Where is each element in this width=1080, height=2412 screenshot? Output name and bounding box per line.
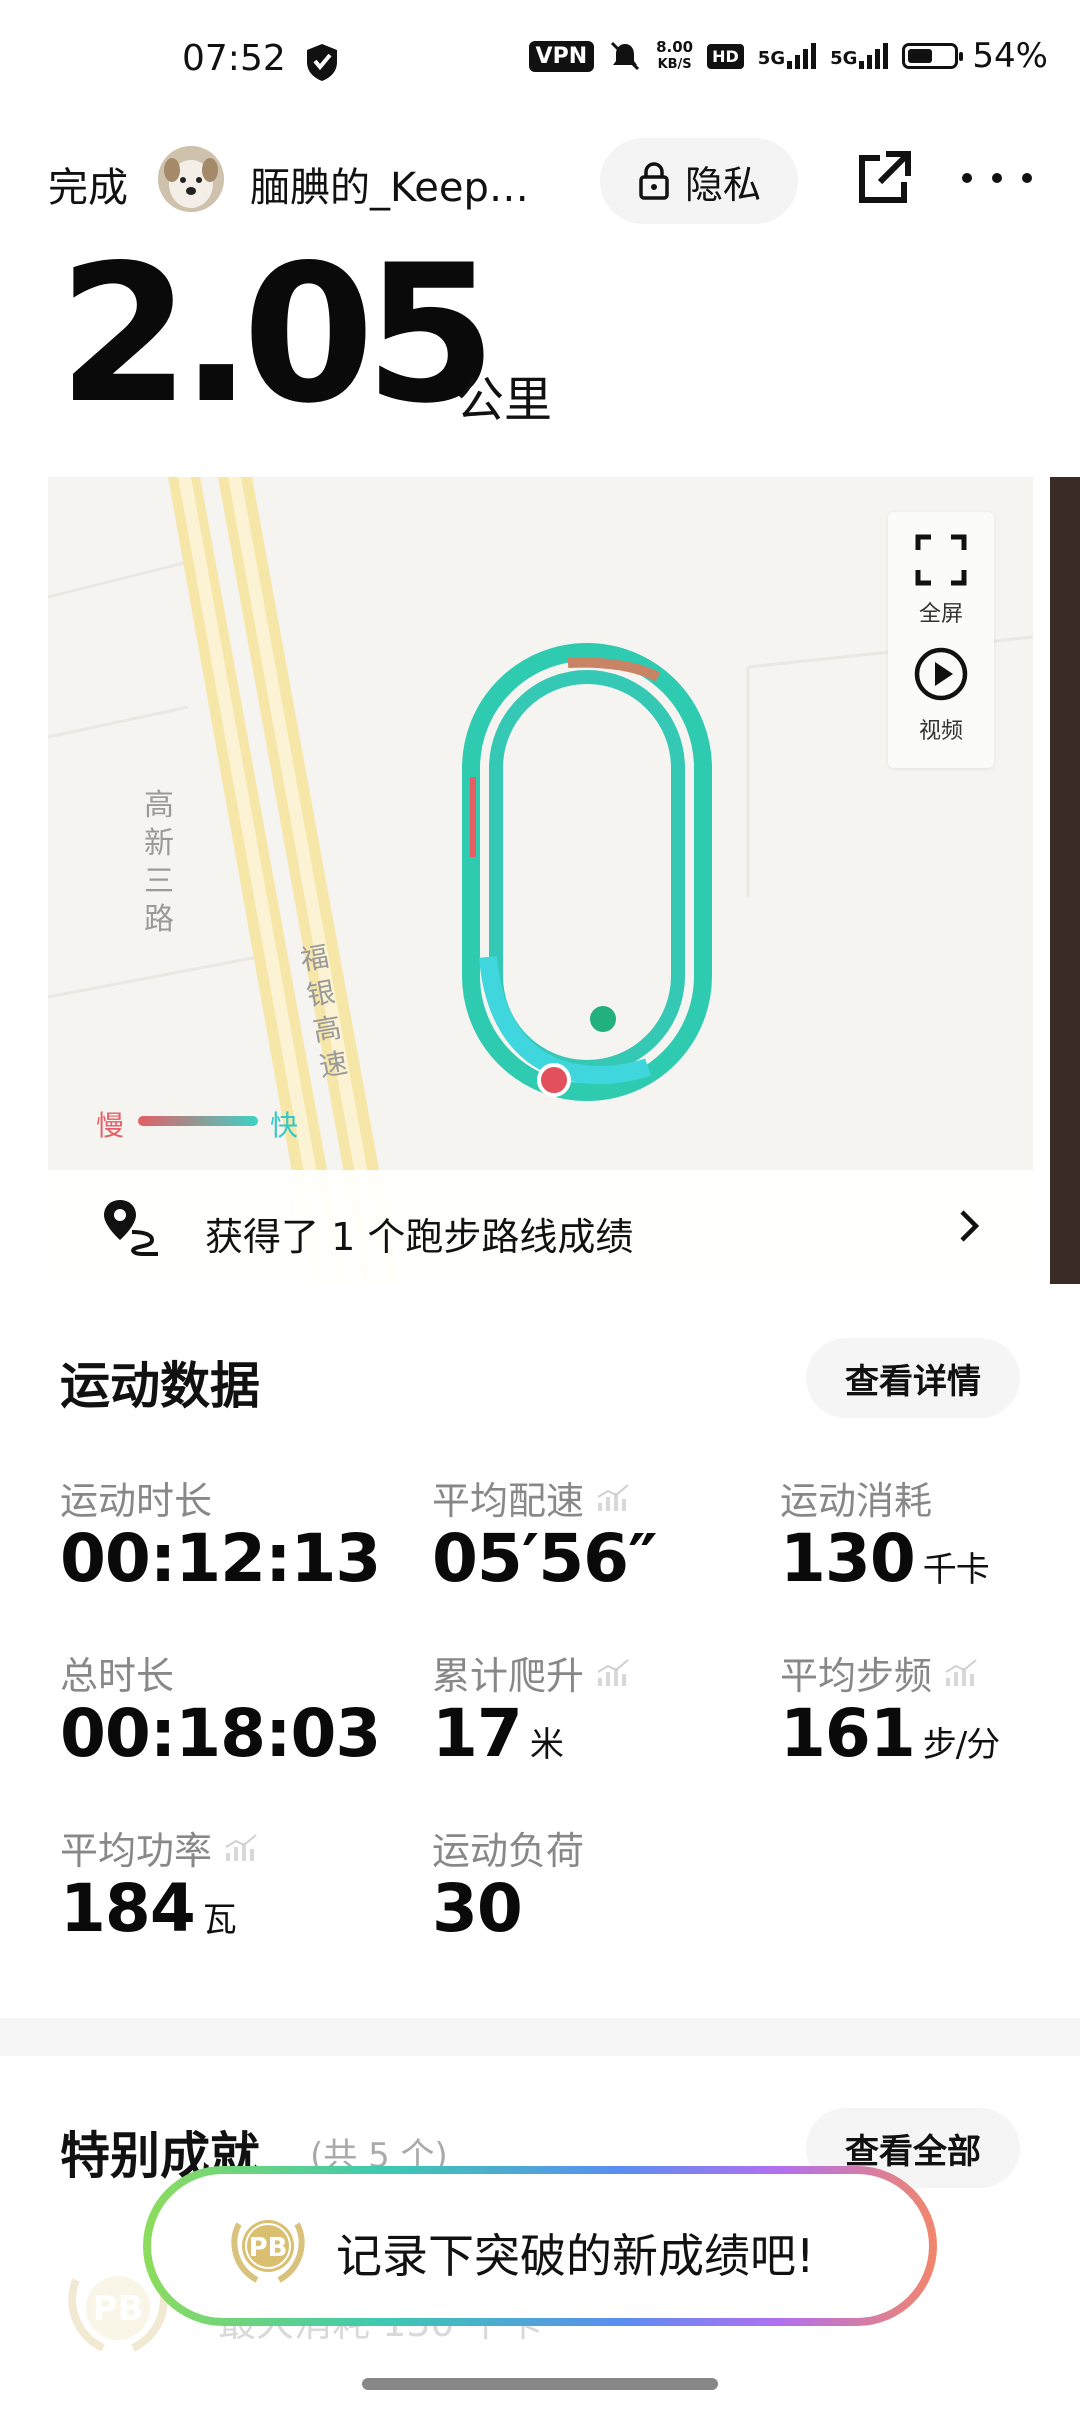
stat-label: 运动时长 [60,1479,213,1523]
dog-avatar-icon [158,146,224,212]
more-dot-icon [992,173,1002,183]
chevron-right-icon [960,1210,980,1242]
signal-5g-2: 5G [830,43,889,69]
stat-value: 130 千卡 [780,1520,990,1597]
svg-text:PB: PB [249,2233,288,2263]
shield-icon [307,44,337,81]
done-button[interactable]: 完成 [48,155,128,213]
view-details-button[interactable]: 查看详情 [806,1338,1020,1418]
mute-bell-icon [611,41,640,71]
route-pin-icon [104,1200,158,1256]
privacy-label: 隐私 [684,162,761,207]
share-icon[interactable] [856,150,912,206]
end-marker [537,1063,571,1097]
more-button[interactable] [962,148,1032,208]
fullscreen-button[interactable]: 全屏 [888,530,994,640]
hd-badge: HD [707,43,744,69]
trend-chart-icon [597,1658,629,1686]
privacy-button[interactable]: 隐私 [600,138,798,224]
toast-text: 记录下突破的新成绩吧! [336,2229,815,2283]
stat-value: 184 瓦 [60,1870,237,1947]
stat-value: 00:12:13 [60,1520,381,1597]
stat-label: 运动消耗 [780,1479,933,1523]
stat-value: 17 米 [432,1695,564,1772]
status-indicators: VPN 8.00 KB/S HD 5G 5G 54% [528,36,1048,76]
home-indicator[interactable] [362,2378,718,2390]
signal-5g-1: 5G [758,43,817,69]
stat-label: 总时长 [60,1654,175,1698]
section-divider [0,2018,1080,2056]
map-side-photo [1050,477,1080,1284]
trend-chart-icon [225,1833,257,1861]
fullscreen-icon [915,534,967,586]
vpn-badge: VPN [528,40,595,72]
video-label: 视频 [918,719,963,744]
map-controls: 全屏 视频 [888,512,994,768]
stat-value: 30 [432,1870,523,1947]
distance-value: 2.05 [58,224,497,445]
stat-unit: 瓦 [202,1900,237,1940]
map-canvas [48,477,1033,1284]
stat-label: 累计爬升 [432,1645,632,1700]
speed-legend-bar [138,1116,258,1126]
stat-value: 00:18:03 [60,1695,381,1772]
stat-label: 平均配速 [432,1470,632,1525]
video-button[interactable]: 视频 [888,647,994,762]
stat-label: 平均功率 [60,1820,260,1875]
stat-label: 平均步频 [780,1645,980,1700]
legend-fast-label: 快 [270,1109,299,1142]
route-map[interactable]: 高新三路 福银高速 [48,477,1033,1284]
pb-badge-icon: PB [231,2220,305,2283]
status-time: 07:52 [182,38,286,79]
more-dot-icon [962,173,972,183]
trend-chart-icon [597,1483,629,1511]
start-marker [590,1006,616,1032]
stat-unit: 米 [529,1725,564,1765]
legend-slow-label: 慢 [96,1109,125,1142]
trend-chart-icon [945,1658,977,1686]
stat-value: 05′56″ [432,1520,658,1597]
more-dot-icon [1022,173,1032,183]
battery-percent: 54% [972,36,1048,76]
distance-unit: 公里 [456,372,553,428]
sports-data-title: 运动数据 [60,1357,260,1415]
username[interactable]: 腼腆的_Keepe... [250,155,550,213]
play-icon [914,647,968,701]
stat-value: 161 步/分 [780,1695,1000,1772]
stat-unit: 千卡 [922,1550,990,1590]
route-achievement-text: 获得了 1 个跑步路线成绩 [205,1215,634,1259]
lock-icon [639,162,669,200]
battery-icon [902,43,964,69]
stat-unit: 步/分 [922,1725,1000,1765]
svg-text:PB: PB [93,2289,144,2329]
avatar[interactable] [158,146,224,212]
stat-label: 运动负荷 [432,1829,585,1873]
net-speed: 8.00 KB/S [656,38,694,72]
fullscreen-label: 全屏 [918,602,963,627]
road-label-1: 高新三路 [144,788,174,937]
